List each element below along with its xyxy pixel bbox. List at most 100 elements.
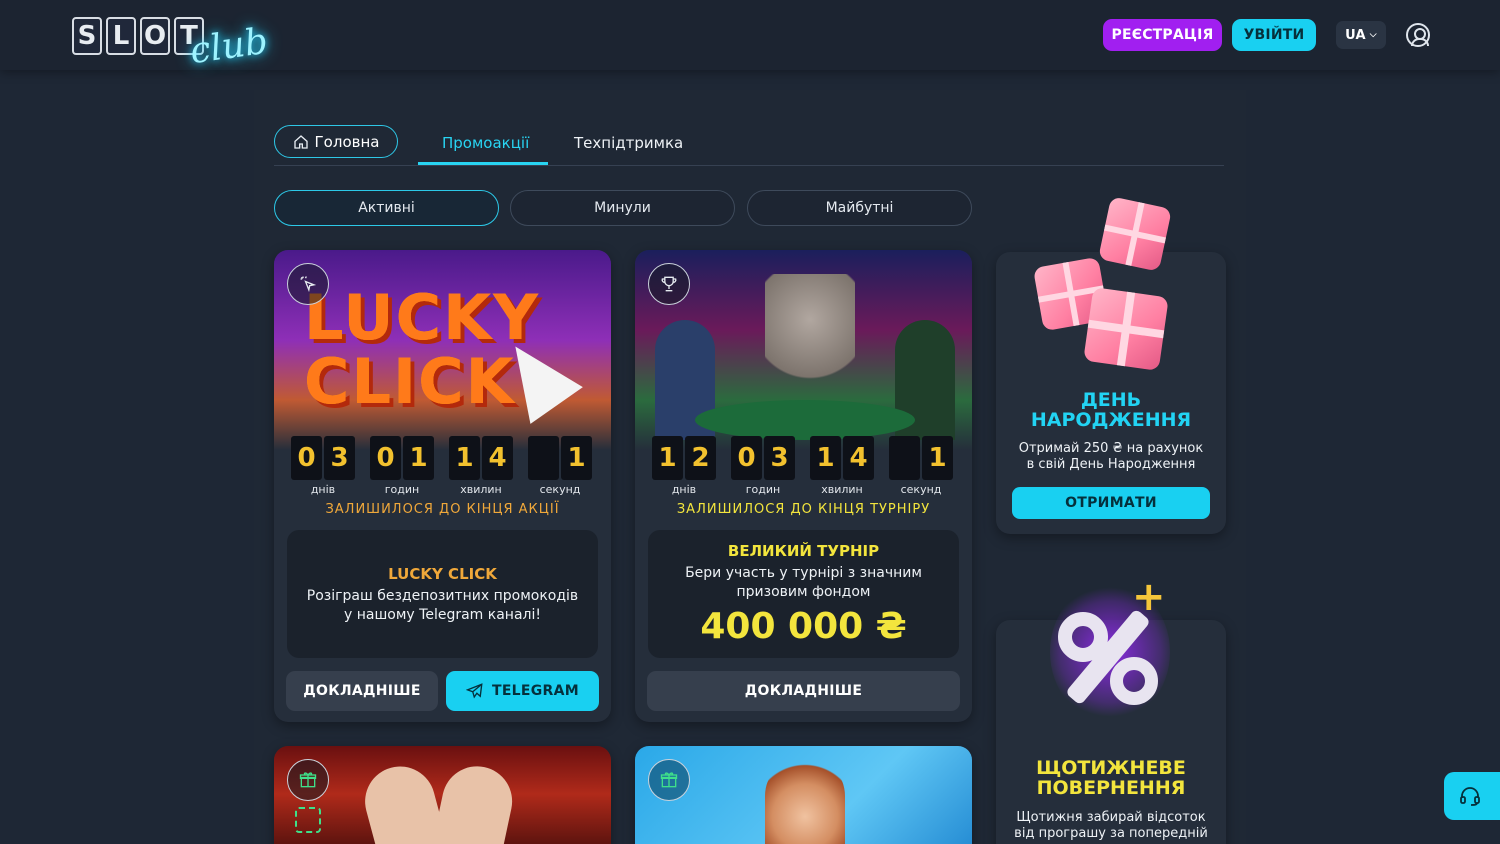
- scan-icon: [295, 807, 321, 833]
- filter-active[interactable]: Активні: [274, 190, 499, 226]
- nav-tabs: Головна Промоакції Техпідтримка: [274, 124, 1224, 166]
- birthday-desc-line: Отримай 250 ₴ на рахунок: [1018, 441, 1204, 456]
- timer-seconds: 1 секунд: [527, 436, 593, 496]
- tab-support[interactable]: Техпідтримка: [574, 134, 683, 152]
- logo-letter: L: [106, 17, 136, 55]
- promo-banner-image: [635, 746, 972, 844]
- birthday-description: Отримай 250 ₴ на рахунок в свій День Нар…: [996, 441, 1226, 473]
- language-value: UA: [1345, 27, 1366, 43]
- tab-home[interactable]: Головна: [274, 125, 398, 158]
- promo-description: Бери участь у турнірі з значним призовим…: [648, 564, 959, 602]
- percent-ring: [1058, 612, 1108, 662]
- timer-digit: 1: [810, 436, 841, 480]
- register-button[interactable]: РЕЄСТРАЦІЯ: [1103, 19, 1222, 51]
- login-button[interactable]: УВІЙТИ: [1232, 19, 1316, 51]
- promo-card[interactable]: [274, 746, 611, 844]
- promo-description: Розіграш бездепозитних промокодів у нашо…: [287, 587, 598, 625]
- timer-digit: 1: [652, 436, 683, 480]
- timer-digit: [528, 436, 559, 480]
- logo-letter: O: [140, 17, 170, 55]
- timer-label: годин: [745, 483, 781, 496]
- percent-ring: [1110, 657, 1158, 705]
- timer-digit: 2: [685, 436, 716, 480]
- gift-box: [1098, 196, 1172, 272]
- timer-label: секунд: [900, 483, 942, 496]
- timer-label: хвилин: [821, 483, 863, 496]
- timer-digit: 0: [370, 436, 401, 480]
- timer-minutes: 14 хвилин: [448, 436, 514, 496]
- promo-desc-line: Розіграш бездепозитних промокодів: [306, 588, 579, 604]
- gift-box: [1083, 287, 1169, 371]
- promo-title: ВЕЛИКИЙ ТУРНІР: [727, 542, 880, 560]
- percent-image: +: [1040, 562, 1180, 732]
- timer-digit: 3: [764, 436, 795, 480]
- telegram-label: TELEGRAM: [491, 683, 580, 699]
- elephant-image: [765, 274, 855, 404]
- language-select[interactable]: UA ⌵: [1336, 21, 1386, 49]
- telegram-icon: [465, 683, 483, 699]
- logo-letter: S: [72, 17, 102, 55]
- timer-label: днів: [671, 483, 697, 496]
- weekly-title-line: ЩОТИЖНЕВЕ: [1036, 757, 1186, 779]
- countdown-timer: 03 днів 01 годин 14 хвилин 1 секунд: [290, 436, 606, 496]
- plus-icon: +: [1132, 574, 1166, 620]
- timer-label: днів: [310, 483, 336, 496]
- birthday-title: ДЕНЬ НАРОДЖЕННЯ: [996, 390, 1226, 430]
- promo-info-box: LUCKY CLICK Розіграш бездепозитних промо…: [287, 530, 598, 658]
- timer-digit: 0: [291, 436, 322, 480]
- birthday-desc-line: в свій День Народження: [1026, 457, 1196, 472]
- weekly-title-line: ПОВЕРНЕННЯ: [1036, 777, 1186, 799]
- timer-digit: 1: [449, 436, 480, 480]
- prize-amount: 400 000 ₴: [700, 606, 907, 647]
- user-profile-icon[interactable]: [1406, 23, 1430, 47]
- timer-minutes: 14 хвилин: [809, 436, 875, 496]
- timer-days: 12 днів: [651, 436, 717, 496]
- timer-digit: 1: [561, 436, 592, 480]
- headset-icon: [1460, 787, 1480, 806]
- timer-digit: 4: [482, 436, 513, 480]
- poker-table-image: [695, 400, 915, 440]
- countdown-timer: 12 днів 03 годин 14 хвилин 1 секунд: [651, 436, 967, 496]
- details-button[interactable]: ДОКЛАДНІШЕ: [647, 671, 960, 711]
- promo-title: LUCKY CLICK: [388, 565, 497, 583]
- logo[interactable]: S L O T club: [72, 8, 272, 72]
- timer-hours: 03 годин: [730, 436, 796, 496]
- remaining-label: ЗАЛИШИЛОСЯ ДО КІНЦЯ ТУРНІРУ: [676, 502, 931, 517]
- timer-label: секунд: [539, 483, 581, 496]
- tab-home-label: Головна: [314, 132, 380, 151]
- timer-days: 03 днів: [290, 436, 356, 496]
- birthday-title-line: НАРОДЖЕННЯ: [1030, 409, 1192, 431]
- home-icon: [293, 134, 308, 149]
- gift-icon: [287, 759, 329, 801]
- timer-digit: 1: [922, 436, 953, 480]
- telegram-button[interactable]: TELEGRAM: [446, 671, 599, 711]
- active-tab-indicator: [418, 162, 548, 165]
- promo-card[interactable]: [635, 746, 972, 844]
- get-bonus-button[interactable]: ОТРИМАТИ: [1012, 487, 1210, 519]
- banner-figure: [429, 759, 519, 844]
- promo-desc-line: у нашому Telegram каналі!: [344, 607, 541, 623]
- gift-icon: [648, 759, 690, 801]
- filter-past[interactable]: Минули: [510, 190, 735, 226]
- filter-future[interactable]: Майбутні: [747, 190, 972, 226]
- header: S L O T club РЕЄСТРАЦІЯ УВІЙТИ UA ⌵: [0, 0, 1500, 72]
- weekly-desc-line: Щотижня забирай відсоток: [1016, 810, 1206, 825]
- timer-label: годин: [384, 483, 420, 496]
- timer-hours: 01 годин: [369, 436, 435, 496]
- trophy-icon: [648, 263, 690, 305]
- timer-seconds: 1 секунд: [888, 436, 954, 496]
- promo-info-box: ВЕЛИКИЙ ТУРНІР Бери участь у турнірі з з…: [648, 530, 959, 658]
- timer-digit: 0: [731, 436, 762, 480]
- weekly-desc-line: від програшу за попередній: [1014, 826, 1208, 841]
- timer-digit: 1: [403, 436, 434, 480]
- details-button[interactable]: ДОКЛАДНІШЕ: [286, 671, 438, 711]
- promo-desc-line: Бери участь у турнірі з значним: [685, 565, 922, 581]
- click-icon: [287, 263, 329, 305]
- logo-letters: S L O T: [72, 17, 204, 55]
- timer-label: хвилин: [460, 483, 502, 496]
- support-chat-button[interactable]: [1444, 772, 1500, 820]
- remaining-label: ЗАЛИШИЛОСЯ ДО КІНЦЯ АКЦІЇ: [325, 502, 560, 517]
- promo-card-tournament: 12 днів 03 годин 14 хвилин 1 секунд ЗАЛИ…: [635, 250, 972, 722]
- chevron-down-icon: ⌵: [1369, 30, 1377, 40]
- tab-promo[interactable]: Промоакції: [442, 134, 529, 152]
